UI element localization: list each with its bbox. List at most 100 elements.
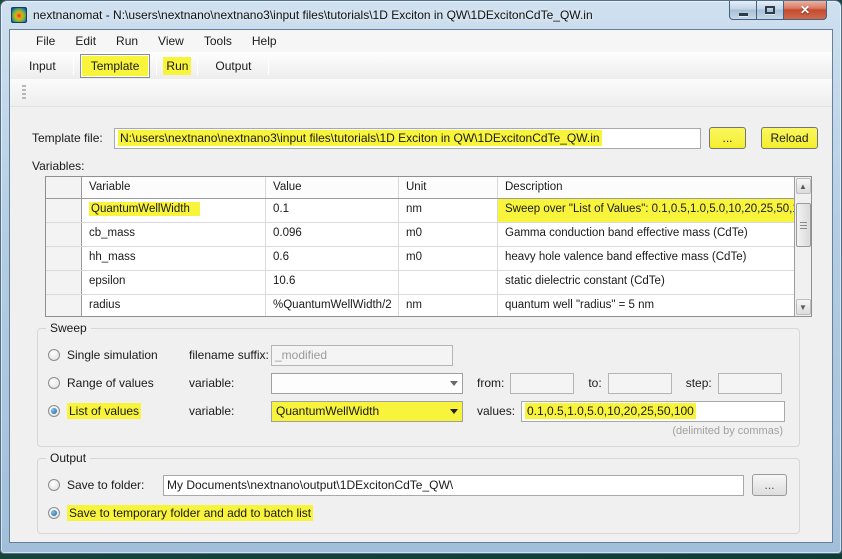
tab-separator: [156, 58, 157, 75]
output-group: Output Save to folder: My Documents\next…: [37, 458, 800, 534]
menu-view[interactable]: View: [148, 31, 194, 51]
table-row[interactable]: radius %QuantumWellWidth/2 nm quantum we…: [46, 295, 794, 316]
tab-template[interactable]: Template: [80, 54, 151, 78]
range-of-values-radio[interactable]: [48, 377, 60, 389]
table-row[interactable]: epsilon 10.6 static dielectric constant …: [46, 271, 794, 295]
toolbar: [10, 79, 832, 107]
row-header[interactable]: [46, 247, 82, 270]
cell-unit[interactable]: [399, 271, 498, 294]
range-variable-label: variable:: [189, 376, 271, 390]
column-header-variable[interactable]: Variable: [82, 177, 266, 198]
maximize-button[interactable]: [757, 1, 784, 20]
app-icon: [11, 7, 27, 23]
values-value: 0.1,0.5,1.0,5.0,10,20,25,50,100: [525, 403, 696, 419]
cell-description[interactable]: Gamma conduction band effective mass (Cd…: [498, 223, 794, 246]
table-row[interactable]: cb_mass 0.096 m0 Gamma conduction band e…: [46, 223, 794, 247]
column-header-value[interactable]: Value: [266, 177, 399, 198]
cell-value[interactable]: 0.096: [266, 223, 399, 246]
tab-strip: Input Template Run Output: [10, 53, 832, 79]
tab-output[interactable]: Output: [204, 54, 262, 78]
cell-value[interactable]: 0.1: [266, 199, 399, 222]
cell-unit[interactable]: m0: [399, 223, 498, 246]
scrollbar-thumb[interactable]: [796, 203, 811, 247]
row-header-corner[interactable]: [46, 177, 82, 198]
cell-variable[interactable]: hh_mass: [82, 247, 266, 270]
output-folder-value: My Documents\nextnano\output\1DExcitonCd…: [167, 478, 453, 492]
menu-run[interactable]: Run: [106, 31, 148, 51]
save-to-folder-radio[interactable]: [48, 479, 60, 491]
title-bar[interactable]: nextnanomat - N:\users\nextnano\nextnano…: [1, 1, 841, 28]
menu-help[interactable]: Help: [242, 31, 287, 51]
list-variable-label: variable:: [189, 404, 271, 418]
single-simulation-label: Single simulation: [67, 348, 189, 362]
menu-edit[interactable]: Edit: [65, 31, 106, 51]
range-variable-select[interactable]: [271, 373, 463, 394]
column-header-unit[interactable]: Unit: [399, 177, 498, 198]
values-input[interactable]: 0.1,0.5,1.0,5.0,10,20,25,50,100: [521, 401, 785, 422]
close-button[interactable]: ✕: [784, 1, 827, 20]
range-of-values-row: Range of values variable: from: to: step…: [48, 371, 787, 395]
cell-unit[interactable]: nm: [399, 295, 498, 316]
step-input[interactable]: [718, 373, 782, 394]
cell-description[interactable]: quantum well "radius" = 5 nm: [498, 295, 794, 316]
save-to-folder-label: Save to folder:: [67, 478, 163, 492]
browse-template-button[interactable]: ...: [709, 127, 746, 149]
filename-suffix-label: filename suffix:: [189, 348, 271, 362]
row-header[interactable]: [46, 223, 82, 246]
browse-folder-button[interactable]: ...: [752, 474, 787, 496]
template-file-input[interactable]: N:\users\nextnano\nextnano3\input files\…: [114, 128, 701, 149]
scroll-up-icon[interactable]: ▲: [796, 178, 811, 194]
menu-file[interactable]: File: [26, 31, 65, 51]
maximize-icon: [765, 6, 775, 14]
range-of-values-label: Range of values: [67, 376, 189, 390]
single-simulation-radio[interactable]: [48, 349, 60, 361]
tab-run[interactable]: Run: [163, 57, 191, 75]
list-variable-select[interactable]: QuantumWellWidth: [271, 401, 463, 422]
list-of-values-radio[interactable]: [48, 405, 60, 417]
tab-input[interactable]: Input: [18, 54, 67, 78]
minimize-icon: [739, 13, 748, 16]
table-row[interactable]: hh_mass 0.6 m0 heavy hole valence band e…: [46, 247, 794, 271]
cell-value[interactable]: 10.6: [266, 271, 399, 294]
save-to-temp-radio[interactable]: [48, 507, 60, 519]
cell-variable[interactable]: radius: [82, 295, 266, 316]
cell-value[interactable]: %QuantumWellWidth/2: [266, 295, 399, 316]
to-label: to:: [588, 376, 601, 390]
cell-description[interactable]: static dielectric constant (CdTe): [498, 271, 794, 294]
from-input[interactable]: [510, 373, 574, 394]
sweep-group-title: Sweep: [46, 321, 91, 335]
chevron-down-icon: [450, 409, 458, 414]
output-group-title: Output: [46, 451, 90, 465]
template-file-value: N:\users\nextnano\nextnano3\input files\…: [118, 130, 602, 146]
tab-separator: [268, 58, 269, 75]
cell-description[interactable]: Sweep over "List of Values": 0.1,0.5,1.0…: [498, 199, 794, 222]
scroll-down-icon[interactable]: ▼: [796, 299, 811, 315]
values-label: values:: [477, 404, 515, 418]
reload-button[interactable]: Reload: [761, 127, 818, 149]
save-to-folder-row: Save to folder: My Documents\nextnano\ou…: [48, 473, 787, 497]
menu-tools[interactable]: Tools: [194, 31, 242, 51]
minimize-button[interactable]: [729, 1, 757, 20]
cell-variable[interactable]: cb_mass: [82, 223, 266, 246]
row-header[interactable]: [46, 295, 82, 316]
filename-suffix-input[interactable]: _modified: [271, 345, 453, 366]
cell-variable: QuantumWellWidth: [89, 202, 200, 216]
cell-unit[interactable]: nm: [399, 199, 498, 222]
list-of-values-row: List of values variable: QuantumWellWidt…: [48, 399, 787, 423]
cell-variable[interactable]: epsilon: [82, 271, 266, 294]
tab-separator: [197, 58, 198, 75]
row-header[interactable]: [46, 199, 82, 222]
cell-value[interactable]: 0.6: [266, 247, 399, 270]
table-row[interactable]: QuantumWellWidth 0.1 nm Sweep over "List…: [46, 199, 794, 223]
step-label: step:: [686, 376, 712, 390]
close-icon: ✕: [800, 4, 810, 16]
cell-description[interactable]: heavy hole valence band effective mass (…: [498, 247, 794, 270]
row-header[interactable]: [46, 271, 82, 294]
table-header-row: Variable Value Unit Description: [46, 177, 794, 199]
table-scrollbar[interactable]: ▲ ▼: [794, 177, 811, 316]
toolbar-grip-icon[interactable]: [22, 85, 26, 100]
output-folder-input[interactable]: My Documents\nextnano\output\1DExcitonCd…: [163, 475, 744, 496]
to-input[interactable]: [608, 373, 672, 394]
column-header-description[interactable]: Description: [498, 177, 794, 198]
cell-unit[interactable]: m0: [399, 247, 498, 270]
